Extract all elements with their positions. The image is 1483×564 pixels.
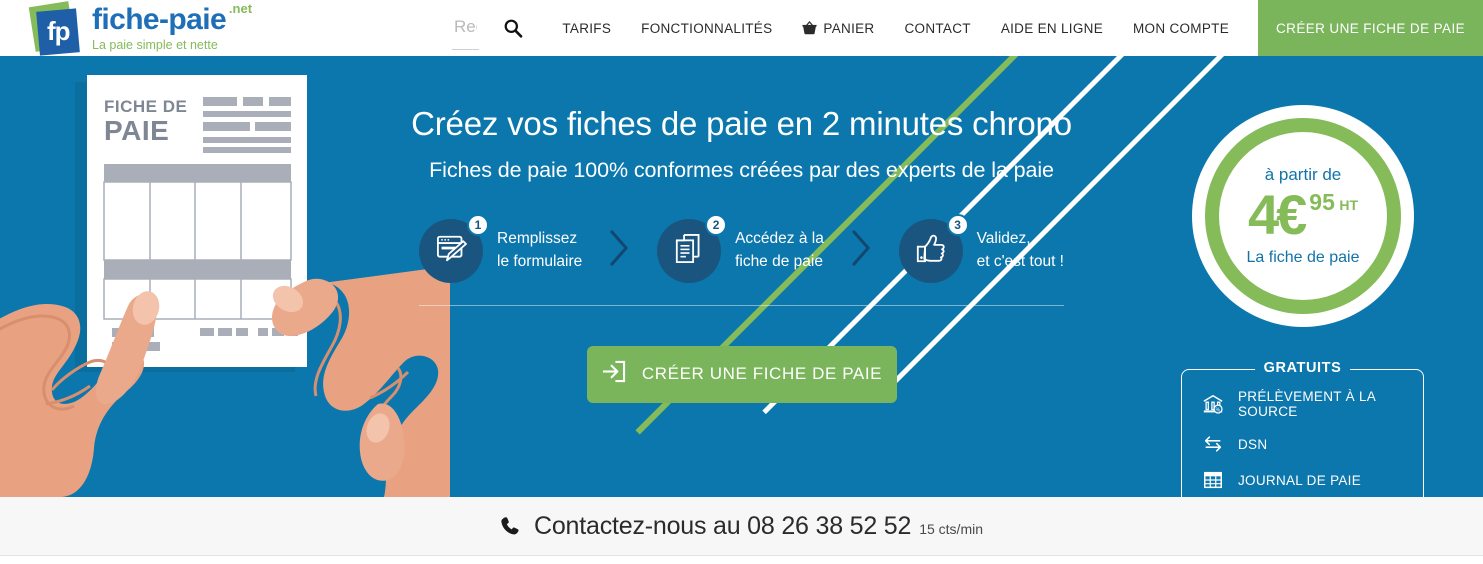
gratuits-item-prelevement: % PRÉLÈVEMENT À LA SOURCE — [1198, 386, 1407, 422]
logo-mark: fp — [24, 1, 90, 56]
nav-links: TARIFS FONCTIONNALITÉS PANIER CONTACT AI… — [547, 0, 1483, 56]
contact-text: Contactez-nous au 08 26 38 52 52 — [533, 511, 912, 540]
nav-item-panier[interactable]: PANIER — [787, 21, 889, 36]
step-label-line1: Remplissez — [497, 230, 578, 248]
hero-subheading: Fiches de paie 100% conformes créées par… — [429, 157, 1054, 182]
chevron-right-icon-2 — [851, 229, 872, 272]
step-label-line1: Accédez à la — [735, 230, 824, 248]
steps-list: 1 Remplissez le formulaire 2 Accédez à l… — [419, 213, 1064, 306]
table-grid-icon — [1202, 469, 1224, 491]
logo-blue-sheet: fp — [36, 8, 80, 56]
logo-tagline: La paie simple et nette — [92, 37, 218, 52]
price-superscript: 95 HT — [1309, 191, 1358, 214]
chevron-right-icon-1 — [609, 229, 630, 272]
gratuits-title: GRATUITS — [1254, 360, 1351, 376]
price-prefix-label: à partir de — [1264, 165, 1342, 184]
search-box[interactable] — [452, 10, 523, 50]
contact-rate: 15 cts/min — [919, 520, 984, 537]
documents-icon — [675, 233, 704, 269]
nav-item-contact[interactable]: CONTACT — [889, 21, 985, 36]
price-badge-ring: à partir de 4€ 95 HT La fiche de paie — [1205, 118, 1401, 314]
nav-item-label: TARIFS — [562, 20, 612, 36]
footer-strip — [0, 556, 1483, 564]
logo-dotnet: .net — [228, 0, 253, 16]
step-item-1: 1 Remplissez le formulaire — [419, 213, 582, 283]
price-suffix-label: La fiche de paie — [1246, 249, 1360, 266]
step-label-line2: et c'est tout ! — [976, 252, 1064, 270]
nav-item-label: MON COMPTE — [1133, 20, 1230, 36]
nav-item-label: CONTACT — [904, 20, 971, 36]
header-cta-button[interactable]: CRÉER UNE FICHE DE PAIE — [1258, 0, 1483, 56]
site-logo[interactable]: fp fiche-paie .net La paie simple et net… — [24, 0, 252, 56]
site-header: fp fiche-paie .net La paie simple et net… — [0, 0, 1483, 56]
bank-icon: % — [1202, 393, 1224, 415]
form-window-icon — [436, 234, 467, 268]
step-label-line1: Validez, — [976, 230, 1031, 248]
step-number: 1 — [467, 213, 489, 236]
nav-item-tarifs[interactable]: TARIFS — [547, 21, 626, 36]
gratuits-item-journal: JOURNAL DE PAIE — [1198, 466, 1407, 494]
hero-heading: Créez vos fiches de paie en 2 minutes ch… — [411, 105, 1072, 142]
price-cents: 95 — [1309, 189, 1335, 215]
price-tax-note: HT — [1339, 197, 1358, 213]
step-number: 3 — [946, 213, 969, 236]
step-badge-1: 1 — [419, 213, 489, 283]
header-cta-label: CRÉER UNE FICHE DE PAIE — [1276, 20, 1465, 36]
main-navigation: TARIFS FONCTIONNALITÉS PANIER CONTACT — [452, 0, 1483, 56]
hero-cta-button[interactable]: CRÉER UNE FICHE DE PAIE — [586, 345, 897, 403]
nav-item-fonctionnalites[interactable]: FONCTIONNALITÉS — [626, 21, 787, 36]
search-icon[interactable] — [503, 18, 523, 38]
hero-illustration: FICHE DE PAIE — [0, 56, 450, 497]
search-input[interactable] — [452, 16, 480, 43]
step-item-2: 2 Accédez à la fiche de paie — [657, 213, 824, 283]
nav-item-label: PANIER — [823, 20, 875, 36]
svg-text:%: % — [1216, 407, 1221, 413]
step-number: 2 — [705, 213, 728, 236]
step-label-3: Validez, et c'est tout ! — [977, 228, 1064, 273]
cart-icon — [802, 20, 818, 35]
price-badge-inner: à partir de 4€ 95 HT La fiche de paie — [1219, 132, 1387, 300]
nav-item-label: AIDE EN LIGNE — [1000, 20, 1104, 36]
step-label-2: Accédez à la fiche de paie — [735, 228, 824, 273]
logo-fp-text: fp — [46, 16, 70, 47]
hero-cta-label: CRÉER UNE FICHE DE PAIE — [641, 364, 883, 384]
hero-section: FICHE DE PAIE Créez vos fiches de paie e… — [0, 56, 1483, 497]
thumbs-up-icon — [914, 234, 947, 268]
phone-icon — [500, 516, 520, 536]
logo-name: fiche-paie — [92, 2, 227, 36]
step-badge-2: 2 — [657, 213, 728, 283]
svg-text:PAIE: PAIE — [104, 115, 169, 146]
nav-item-mon-compte[interactable]: MON COMPTE — [1118, 21, 1244, 36]
price-amount: 4€ — [1247, 183, 1307, 246]
gratuits-item-label: DSN — [1238, 436, 1268, 452]
nav-item-label: FONCTIONNALITÉS — [641, 20, 773, 36]
gratuits-box: GRATUITS % PRÉLÈVEMENT À LA SOURCE DSN J… — [1181, 360, 1424, 497]
contact-bar: Contactez-nous au 08 26 38 52 52 15 cts/… — [0, 497, 1483, 556]
step-badge-3: 3 — [898, 213, 969, 283]
login-arrow-icon — [601, 360, 626, 388]
gratuits-item-label: JOURNAL DE PAIE — [1238, 472, 1362, 488]
gratuits-item-dsn: DSN — [1198, 430, 1407, 458]
exchange-arrows-icon — [1202, 433, 1224, 455]
logo-wordmark: fiche-paie .net La paie simple et nette — [92, 1, 252, 52]
price-amount-row: 4€ 95 HT — [1248, 187, 1358, 243]
nav-item-aide-en-ligne[interactable]: AIDE EN LIGNE — [986, 21, 1118, 36]
step-label-line2: fiche de paie — [735, 252, 823, 270]
step-label-line2: le formulaire — [497, 252, 583, 270]
step-item-3: 3 Validez, et c'est tout ! — [898, 213, 1064, 283]
contact-inner: Contactez-nous au 08 26 38 52 52 15 cts/… — [500, 512, 983, 541]
price-badge: à partir de 4€ 95 HT La fiche de paie — [1192, 105, 1414, 327]
gratuits-item-label: PRÉLÈVEMENT À LA SOURCE — [1238, 389, 1376, 419]
svg-text:FICHE DE: FICHE DE — [104, 97, 187, 116]
step-label-1: Remplissez le formulaire — [497, 228, 582, 273]
